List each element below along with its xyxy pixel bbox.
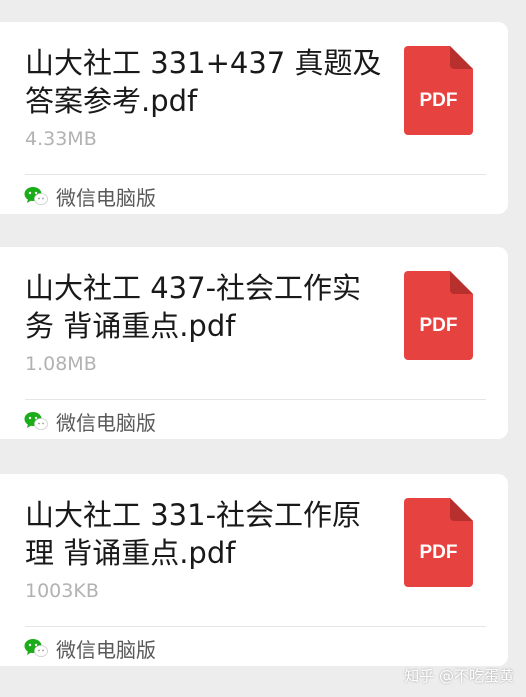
file-name: 山大社工 437-社会工作实务 背诵重点.pdf bbox=[25, 271, 362, 343]
divider bbox=[25, 399, 486, 400]
source-label: 微信电脑版 bbox=[56, 637, 156, 662]
file-message-card[interactable]: 山大社工 437-社会工作实务 背诵重点.pdf 1.08MB PDF 微信电脑… bbox=[0, 247, 508, 439]
file-size: 4.33MB bbox=[25, 128, 97, 150]
wechat-icon bbox=[24, 411, 48, 431]
source-label: 微信电脑版 bbox=[56, 410, 156, 435]
message-source: 微信电脑版 bbox=[24, 634, 156, 662]
file-name: 山大社工 331+437 真题及答案参考.pdf bbox=[25, 46, 382, 118]
file-message-card[interactable]: 山大社工 331+437 真题及答案参考.pdf 4.33MB PDF 微信电脑… bbox=[0, 22, 508, 214]
file-name: 山大社工 331-社会工作原理 背诵重点.pdf bbox=[25, 498, 362, 570]
watermark: 知乎 @不吃蛋黄 bbox=[404, 667, 514, 685]
file-size: 1.08MB bbox=[25, 353, 97, 375]
pdf-icon-label: PDF bbox=[419, 542, 458, 563]
message-source: 微信电脑版 bbox=[24, 182, 156, 210]
pdf-icon-label: PDF bbox=[419, 90, 458, 111]
message-source: 微信电脑版 bbox=[24, 407, 156, 435]
source-label: 微信电脑版 bbox=[56, 185, 156, 210]
divider bbox=[25, 626, 486, 627]
pdf-icon-label: PDF bbox=[419, 315, 458, 336]
file-message-card[interactable]: 山大社工 331-社会工作原理 背诵重点.pdf 1003KB PDF 微信电脑… bbox=[0, 474, 508, 666]
wechat-icon bbox=[24, 186, 48, 206]
wechat-icon bbox=[24, 638, 48, 658]
divider bbox=[25, 174, 486, 175]
pdf-icon: PDF bbox=[404, 271, 473, 360]
file-size: 1003KB bbox=[25, 580, 99, 602]
pdf-icon: PDF bbox=[404, 46, 473, 135]
pdf-icon: PDF bbox=[404, 498, 473, 587]
